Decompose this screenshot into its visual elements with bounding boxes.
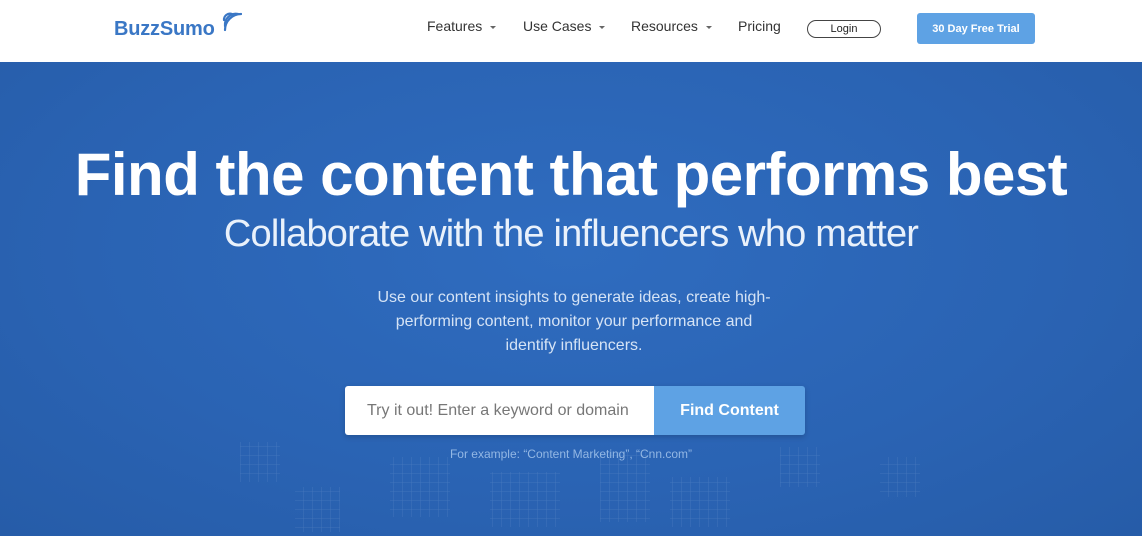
hero-section: Find the content that performs best Coll… [0, 62, 1142, 536]
logo-text: BuzzSumo [114, 17, 215, 40]
signal-waves-icon [222, 12, 242, 32]
nav-pricing[interactable]: Pricing [738, 18, 781, 34]
nav-pricing-label: Pricing [738, 18, 781, 34]
nav-use-cases-label: Use Cases [523, 18, 592, 34]
caret-down-icon [490, 26, 497, 29]
nav-resources-label: Resources [631, 18, 698, 34]
search-form: Find Content [345, 386, 805, 435]
hero-subheadline: Collaborate with the influencers who mat… [223, 213, 919, 255]
nav-features[interactable]: Features [427, 18, 497, 34]
logo[interactable]: BuzzSumo [114, 12, 242, 44]
search-example-hint: For example: “Content Marketing”, “Cnn.c… [449, 447, 693, 461]
search-input[interactable] [345, 386, 654, 435]
caret-down-icon [599, 26, 606, 29]
free-trial-button[interactable]: 30 Day Free Trial [917, 13, 1035, 44]
hero-headline: Find the content that performs best [74, 141, 1068, 208]
login-button[interactable]: Login [807, 20, 881, 38]
hero-description: Use our content insights to generate ide… [377, 289, 771, 354]
nav-features-label: Features [427, 18, 483, 34]
caret-down-icon [705, 26, 712, 29]
site-header: BuzzSumo Features Use Cases Resources Pr… [0, 0, 1142, 62]
nav-resources[interactable]: Resources [631, 18, 712, 34]
nav-use-cases[interactable]: Use Cases [523, 18, 606, 34]
find-content-button[interactable]: Find Content [654, 386, 805, 435]
